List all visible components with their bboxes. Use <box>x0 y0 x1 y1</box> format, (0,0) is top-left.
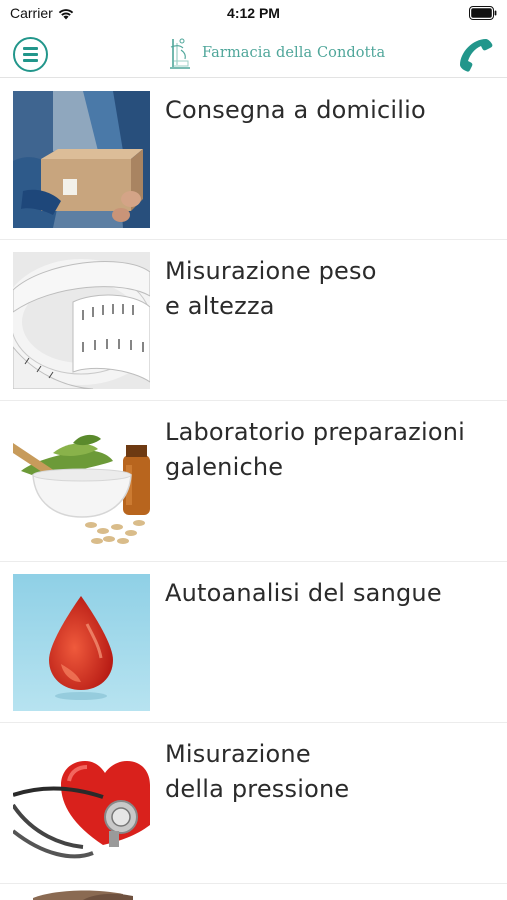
list-item-partial-thumbnail <box>13 884 150 900</box>
list-item-blood-pressure[interactable]: Misurazione della pressione <box>0 723 507 884</box>
list-item-galenic-lab[interactable]: Laboratorio preparazioni galeniche <box>0 401 507 562</box>
menu-button[interactable] <box>13 37 48 72</box>
service-title: Autoanalisi del sangue <box>165 579 442 607</box>
heart-stethoscope-photo <box>13 735 150 872</box>
battery-icon <box>469 6 497 20</box>
list-item-weight-height[interactable]: Misurazione peso e altezza <box>0 240 507 401</box>
blood-drop-photo <box>13 574 150 711</box>
home-delivery-photo <box>13 91 150 228</box>
app-header: Farmacia della Condotta <box>0 28 507 78</box>
pharmacy-logo-icon <box>170 38 190 69</box>
brand-logo[interactable]: Farmacia della Condotta <box>168 34 385 72</box>
measuring-tape-photo <box>13 252 150 389</box>
status-bar: Carrier 4:12 PM <box>0 0 507 28</box>
service-title: Laboratorio preparazioni galeniche <box>165 418 465 481</box>
service-list: Consegna a domicilio Misurazione peso e … <box>0 79 507 884</box>
brand-name: Farmacia della Condotta <box>202 45 386 61</box>
status-time: 4:12 PM <box>227 5 280 21</box>
mortar-herbs-photo <box>13 413 150 550</box>
service-title: Misurazione peso e altezza <box>165 257 377 320</box>
list-item-blood-test[interactable]: Autoanalisi del sangue <box>0 562 507 723</box>
list-item-home-delivery[interactable]: Consegna a domicilio <box>0 79 507 240</box>
hamburger-menu-icon <box>23 47 38 50</box>
service-title: Consegna a domicilio <box>165 96 426 124</box>
service-title: Misurazione della pressione <box>165 740 350 803</box>
phone-icon[interactable] <box>455 34 495 74</box>
